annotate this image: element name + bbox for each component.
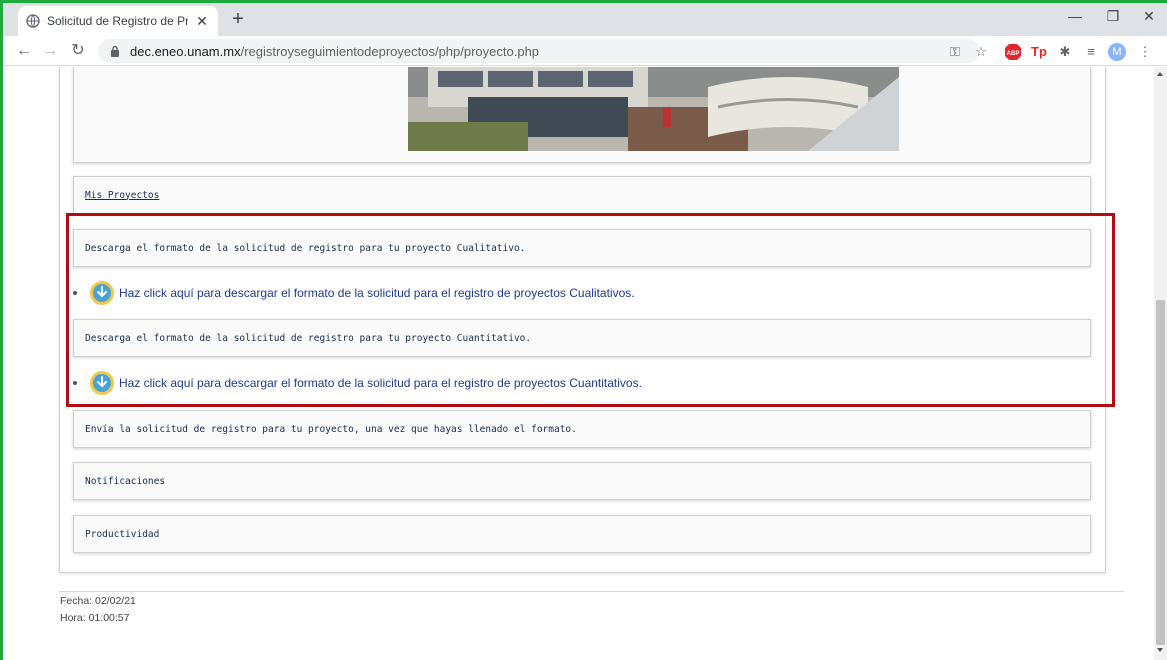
tab-strip: Solicitud de Registro de Proyecto ✕ + — … [0,0,1167,36]
envia-text: Envía la solicitud de registro para tu p… [85,423,577,435]
back-icon[interactable]: ← [14,41,34,61]
adblock-icon[interactable]: ABP [1004,43,1022,61]
star-icon[interactable]: ☆ [972,43,990,61]
forward-icon[interactable]: → [40,41,60,61]
notificaciones-text: Notificaciones [85,475,166,487]
lock-icon [111,45,119,57]
mis-proyectos-panel: Mis Proyectos [73,176,1091,214]
scroll-thumb[interactable] [1156,300,1165,645]
browser-toolbar: ← → ↻ dec.eneo.unam.mx/registroyseguimie… [0,36,1167,66]
download-icon [90,371,114,395]
new-tab-icon[interactable]: + [228,9,248,29]
productividad-text: Productividad [85,528,160,540]
header-image-box [73,67,1091,163]
scroll-down-icon[interactable] [1157,648,1163,652]
tp-extension-icon[interactable]: Tp [1030,43,1048,61]
url-path: /registroyseguimientodeproyectos/php/pro… [240,43,540,59]
footer-fecha: Fecha: 02/02/21 [60,595,136,607]
svg-text:ABP: ABP [1007,51,1020,57]
tab-title: Solicitud de Registro de Proyecto [47,14,188,28]
url-host: dec.eneo.unam.mx [130,43,241,59]
profile-avatar[interactable]: M [1108,43,1126,61]
key-icon[interactable]: ⚿ [946,43,964,61]
browser-tab[interactable]: Solicitud de Registro de Proyecto ✕ [18,6,218,36]
productividad-panel[interactable]: Productividad [73,515,1091,553]
list-bullet [73,381,77,385]
notificaciones-panel[interactable]: Notificaciones [73,462,1091,500]
reload-icon[interactable]: ↻ [68,41,88,61]
puzzle-icon[interactable]: ✱ [1056,43,1074,61]
menu-icon[interactable]: ⋮ [1136,43,1154,61]
building-photo [408,67,899,151]
cualitativo-heading: Descarga el formato de la solicitud de r… [73,229,1091,267]
restore-icon[interactable]: ❐ [1103,8,1123,28]
minimize-icon[interactable]: — [1065,8,1085,28]
scroll-up-icon[interactable] [1157,72,1163,76]
cuantitativo-download-item[interactable]: Haz click aquí para descargar el formato… [73,369,973,397]
page-viewport: Mis Proyectos Descarga el formato de la … [3,67,1154,660]
mis-proyectos-link[interactable]: Mis Proyectos [85,190,159,201]
reading-list-icon[interactable]: ≡ [1082,43,1100,61]
cualitativo-download-link[interactable]: Haz click aquí para descargar el formato… [119,286,635,300]
envia-panel[interactable]: Envía la solicitud de registro para tu p… [73,410,1091,448]
footer-hora: Hora: 01:00:57 [60,612,130,624]
address-bar[interactable]: dec.eneo.unam.mx/registroyseguimientodep… [98,39,980,63]
cualitativo-heading-text: Descarga el formato de la solicitud de r… [85,242,526,254]
tab-close-icon[interactable]: ✕ [194,13,210,29]
cuantitativo-download-link[interactable]: Haz click aquí para descargar el formato… [119,376,642,390]
globe-icon [26,14,40,28]
window-close-icon[interactable]: ✕ [1139,8,1159,28]
vertical-scrollbar[interactable] [1154,67,1167,660]
cuantitativo-heading-text: Descarga el formato de la solicitud de r… [85,332,532,344]
list-bullet [73,291,77,295]
footer-divider [59,591,1124,592]
download-icon [90,281,114,305]
cualitativo-download-item[interactable]: Haz click aquí para descargar el formato… [73,279,973,307]
cuantitativo-heading: Descarga el formato de la solicitud de r… [73,319,1091,357]
